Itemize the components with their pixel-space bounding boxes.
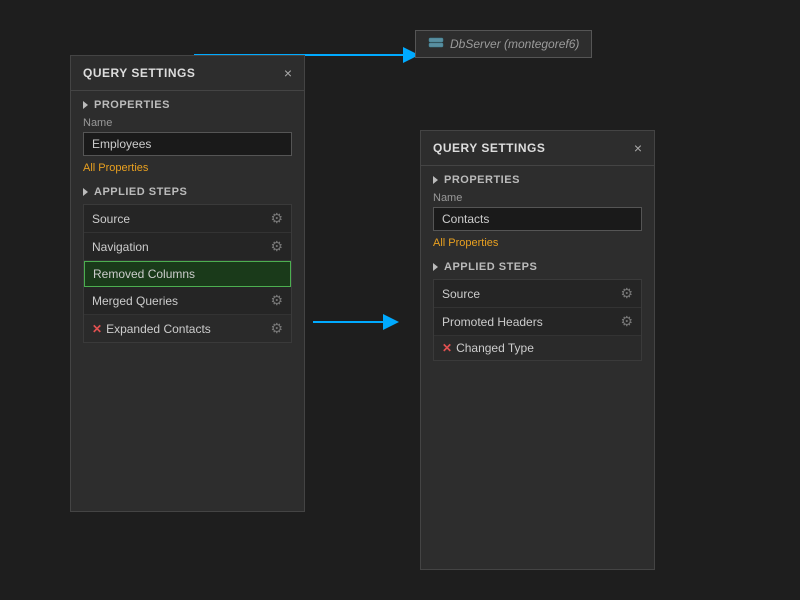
step-name: Source [92,212,130,226]
gear-icon[interactable]: ⚙ [270,320,283,337]
step-label: Expanded Contacts [106,322,211,336]
step-label: Source [442,287,480,301]
gear-icon[interactable]: ⚙ [620,313,633,330]
step-item[interactable]: ✕ Expanded Contacts ⚙ [84,315,291,342]
panel2-name-input[interactable] [433,207,642,231]
step-item[interactable]: Navigation ⚙ [84,233,291,261]
step-item[interactable]: Source ⚙ [434,280,641,308]
db-server-label: DbServer (montegoref6) [450,37,579,51]
query-settings-panel-1: QUERY SETTINGS × PROPERTIES Name All Pro… [70,55,305,512]
panel1-all-properties-link[interactable]: All Properties [83,162,148,174]
step-name: Removed Columns [93,267,195,281]
step-item[interactable]: ✕ Changed Type [434,336,641,360]
step-label: Navigation [92,240,149,254]
panel1-header: QUERY SETTINGS × [71,56,304,91]
panel2-steps-list: Source ⚙ Promoted Headers ⚙ ✕ Changed Type [433,279,642,361]
panel1-properties-section: PROPERTIES Name All Properties [71,91,304,178]
gear-icon[interactable]: ⚙ [270,238,283,255]
step-name: ✕ Expanded Contacts [92,322,211,336]
panel1-name-label: Name [83,117,292,129]
panel2-header: QUERY SETTINGS × [421,131,654,166]
step-label: Promoted Headers [442,315,543,329]
triangle-icon-3 [433,176,438,184]
panel1-name-input[interactable] [83,132,292,156]
panel2-all-properties-link[interactable]: All Properties [433,237,498,249]
gear-icon[interactable]: ⚙ [270,292,283,309]
triangle-icon-1 [83,101,88,109]
step-name: Promoted Headers [442,315,543,329]
step-name: Source [442,287,480,301]
panel2-properties-section: PROPERTIES Name All Properties [421,166,654,253]
step-item[interactable]: Source ⚙ [84,205,291,233]
panel2-properties-header: PROPERTIES [433,174,642,186]
panel2-close-button[interactable]: × [634,141,642,155]
query-settings-panel-2: QUERY SETTINGS × PROPERTIES Name All Pro… [420,130,655,570]
db-icon [428,36,444,52]
panel1-properties-header: PROPERTIES [83,99,292,111]
step-label: Removed Columns [93,267,195,281]
step-item[interactable]: Merged Queries ⚙ [84,287,291,315]
panel1-title: QUERY SETTINGS [83,66,195,80]
triangle-icon-2 [83,188,88,196]
panel2-applied-steps-section: APPLIED STEPS Source ⚙ Promoted Headers ⚙ ✕ C… [421,253,654,369]
step-x-icon: ✕ [442,341,452,355]
triangle-icon-4 [433,263,438,271]
panel2-steps-header: APPLIED STEPS [433,261,642,273]
step-item[interactable]: Removed Columns [84,261,291,287]
step-label: Merged Queries [92,294,178,308]
step-label: Source [92,212,130,226]
step-name: ✕ Changed Type [442,341,534,355]
step-item[interactable]: Promoted Headers ⚙ [434,308,641,336]
panel1-steps-list: Source ⚙ Navigation ⚙ Removed Columns Merged … [83,204,292,343]
step-name: Merged Queries [92,294,178,308]
panel1-applied-steps-section: APPLIED STEPS Source ⚙ Navigation ⚙ Removed … [71,178,304,351]
gear-icon[interactable]: ⚙ [620,285,633,302]
panel1-steps-header: APPLIED STEPS [83,186,292,198]
panel2-name-label: Name [433,192,642,204]
db-server-tag: DbServer (montegoref6) [415,30,592,58]
step-name: Navigation [92,240,149,254]
step-label: Changed Type [456,341,534,355]
gear-icon[interactable]: ⚙ [270,210,283,227]
panel1-close-button[interactable]: × [284,66,292,80]
step-x-icon: ✕ [92,322,102,336]
panel2-title: QUERY SETTINGS [433,141,545,155]
